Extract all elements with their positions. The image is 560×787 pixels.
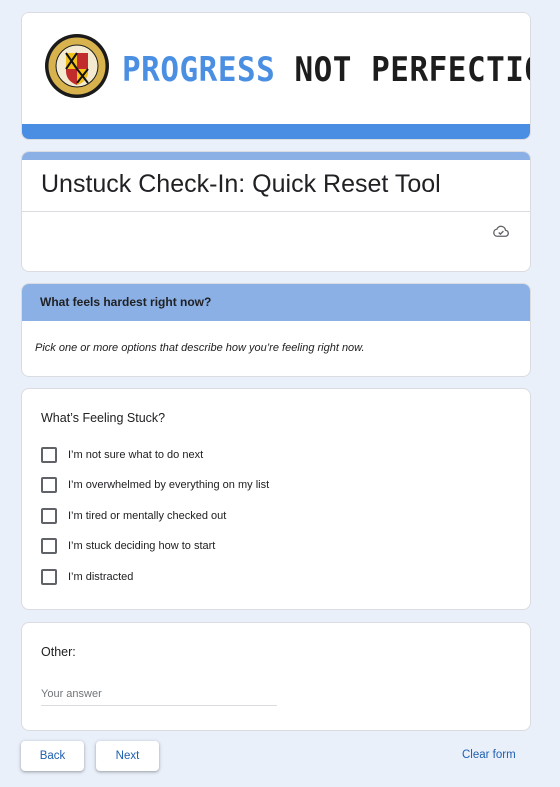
section-description: Pick one or more options that describe h… — [35, 342, 365, 354]
other-question-title: Other: — [41, 645, 76, 659]
option-overwhelmed[interactable]: I’m overwhelmed by everything on my list — [41, 476, 269, 494]
option-stuck-deciding[interactable]: I’m stuck deciding how to start — [41, 537, 215, 555]
question-card: What’s Feeling Stuck? I’m not sure what … — [21, 388, 531, 610]
form-title-card: Unstuck Check-In: Quick Reset Tool — [21, 151, 531, 272]
checkbox[interactable] — [41, 477, 57, 493]
option-distracted[interactable]: I’m distracted — [41, 568, 133, 586]
option-label: I’m not sure what to do next — [68, 449, 204, 461]
back-button[interactable]: Back — [21, 741, 84, 771]
option-label: I’m overwhelmed by everything on my list — [68, 479, 270, 491]
form-title: Unstuck Check-In: Quick Reset Tool — [41, 170, 441, 198]
option-label: I’m stuck deciding how to start — [68, 540, 216, 552]
section-header-card: What feels hardest right now? Pick one o… — [21, 283, 531, 377]
cloud-saved-icon[interactable] — [492, 223, 510, 239]
title-accent-bar — [22, 152, 530, 160]
option-label: I’m distracted — [68, 571, 134, 583]
section-header-bar: What feels hardest right now? — [22, 284, 530, 321]
title-divider — [22, 211, 530, 212]
next-button[interactable]: Next — [96, 741, 159, 771]
checkbox[interactable] — [41, 569, 57, 585]
checkbox[interactable] — [41, 508, 57, 524]
option-tired[interactable]: I’m tired or mentally checked out — [41, 507, 226, 525]
section-title: What feels hardest right now? — [40, 295, 212, 309]
checkbox[interactable] — [41, 538, 57, 554]
banner-word-progress: PROGRESS — [122, 50, 276, 90]
clear-form-button[interactable]: Clear form — [462, 749, 516, 761]
other-question-card: Other: — [21, 622, 531, 731]
option-label: I’m tired or mentally checked out — [68, 510, 227, 522]
question-title: What’s Feeling Stuck? — [41, 411, 166, 425]
other-answer-input[interactable] — [41, 683, 277, 706]
banner-image: PROGRESS NOT PERFECTION — [22, 13, 530, 125]
county-seal-logo — [45, 34, 109, 98]
banner-word-not-perfection: NOT PERFECTION — [294, 50, 530, 90]
option-not-sure[interactable]: I’m not sure what to do next — [41, 446, 203, 464]
checkbox[interactable] — [41, 447, 57, 463]
banner-accent-bar — [22, 124, 530, 139]
banner-tagline: PROGRESS NOT PERFECTION — [122, 50, 530, 90]
header-banner: PROGRESS NOT PERFECTION — [21, 12, 531, 140]
